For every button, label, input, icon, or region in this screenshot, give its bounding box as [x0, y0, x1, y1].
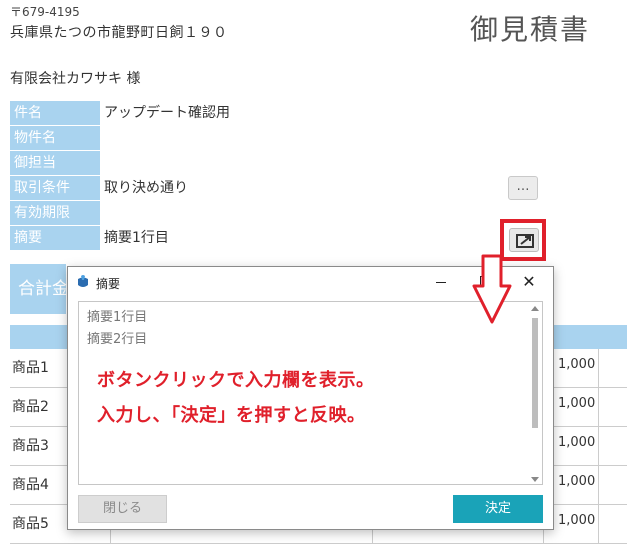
item-price: 1,000 [558, 474, 596, 489]
column-divider [598, 505, 599, 544]
item-name: 商品4 [12, 477, 49, 493]
document-title: 御見積書 [470, 13, 591, 46]
maximize-icon [480, 276, 490, 286]
info-value[interactable]: 摘要1行目 [104, 226, 169, 250]
info-label: 御担当 [10, 151, 100, 175]
annotation-text-line2: 入力し、「決定」を押すと反映。 [97, 405, 366, 426]
info-row-property: 物件名 [10, 126, 550, 151]
terms-select-button[interactable]: … [508, 176, 538, 200]
column-divider [598, 466, 599, 505]
total-label: 合計金 [10, 264, 66, 314]
info-row-contact: 御担当 [10, 151, 550, 176]
scroll-down-icon[interactable] [531, 477, 539, 482]
info-label: 取引条件 [10, 176, 100, 200]
minimize-icon [436, 281, 446, 283]
postal-code: 〒679-4195 [10, 5, 80, 19]
item-name: 商品2 [12, 399, 49, 415]
textarea-line: 摘要1行目 [87, 310, 148, 325]
info-row-expiry: 有効期限 [10, 201, 550, 226]
window-close-button[interactable]: ✕ [507, 267, 551, 297]
scroll-up-icon[interactable] [531, 306, 539, 311]
item-name: 商品1 [12, 360, 49, 376]
item-price: 1,000 [558, 396, 596, 411]
info-label: 摘要 [10, 226, 100, 250]
item-name: 商品5 [12, 516, 49, 532]
address: 兵庫県たつの市龍野町日飼１９０ [10, 25, 228, 41]
info-table: 件名 アップデート確認用 物件名 御担当 取引条件 取り決め通り 有効期限 摘要… [10, 101, 550, 251]
summary-textarea[interactable]: 摘要1行目 摘要2行目 [78, 301, 543, 485]
info-label: 有効期限 [10, 201, 100, 225]
info-label: 物件名 [10, 126, 100, 150]
item-name: 商品3 [12, 438, 49, 454]
close-button[interactable]: 閉じる [78, 495, 167, 523]
minimize-button[interactable] [419, 267, 463, 297]
info-row-terms: 取引条件 取り決め通り [10, 176, 550, 201]
confirm-button[interactable]: 決定 [453, 495, 543, 523]
dialog-titlebar[interactable]: 摘要 ✕ [68, 267, 553, 297]
summary-dialog: 摘要 ✕ 摘要1行目 摘要2行目 閉じる 決定 [67, 266, 554, 530]
textarea-line: 摘要2行目 [87, 332, 148, 347]
scrollbar[interactable] [530, 306, 540, 482]
info-value[interactable]: アップデート確認用 [104, 101, 230, 125]
annotation-text-line1: ボタンクリックで入力欄を表示。 [97, 370, 375, 391]
open-in-window-icon [516, 234, 534, 248]
column-divider [598, 349, 599, 388]
info-label: 件名 [10, 101, 100, 125]
dialog-title: 摘要 [96, 277, 121, 291]
scroll-thumb[interactable] [532, 318, 538, 428]
customer-name: 有限会社カワサキ 様 [10, 71, 141, 87]
item-price: 1,000 [558, 513, 596, 528]
item-price: 1,000 [558, 435, 596, 450]
info-value[interactable]: 取り決め通り [104, 176, 188, 200]
expand-summary-button[interactable] [509, 228, 539, 252]
info-row-summary: 摘要 摘要1行目 [10, 226, 550, 251]
item-price: 1,000 [558, 357, 596, 372]
info-row-subject: 件名 アップデート確認用 [10, 101, 550, 126]
column-divider [598, 388, 599, 427]
maximize-button[interactable] [463, 267, 507, 297]
app-logo-icon [78, 275, 88, 287]
column-divider [598, 427, 599, 466]
